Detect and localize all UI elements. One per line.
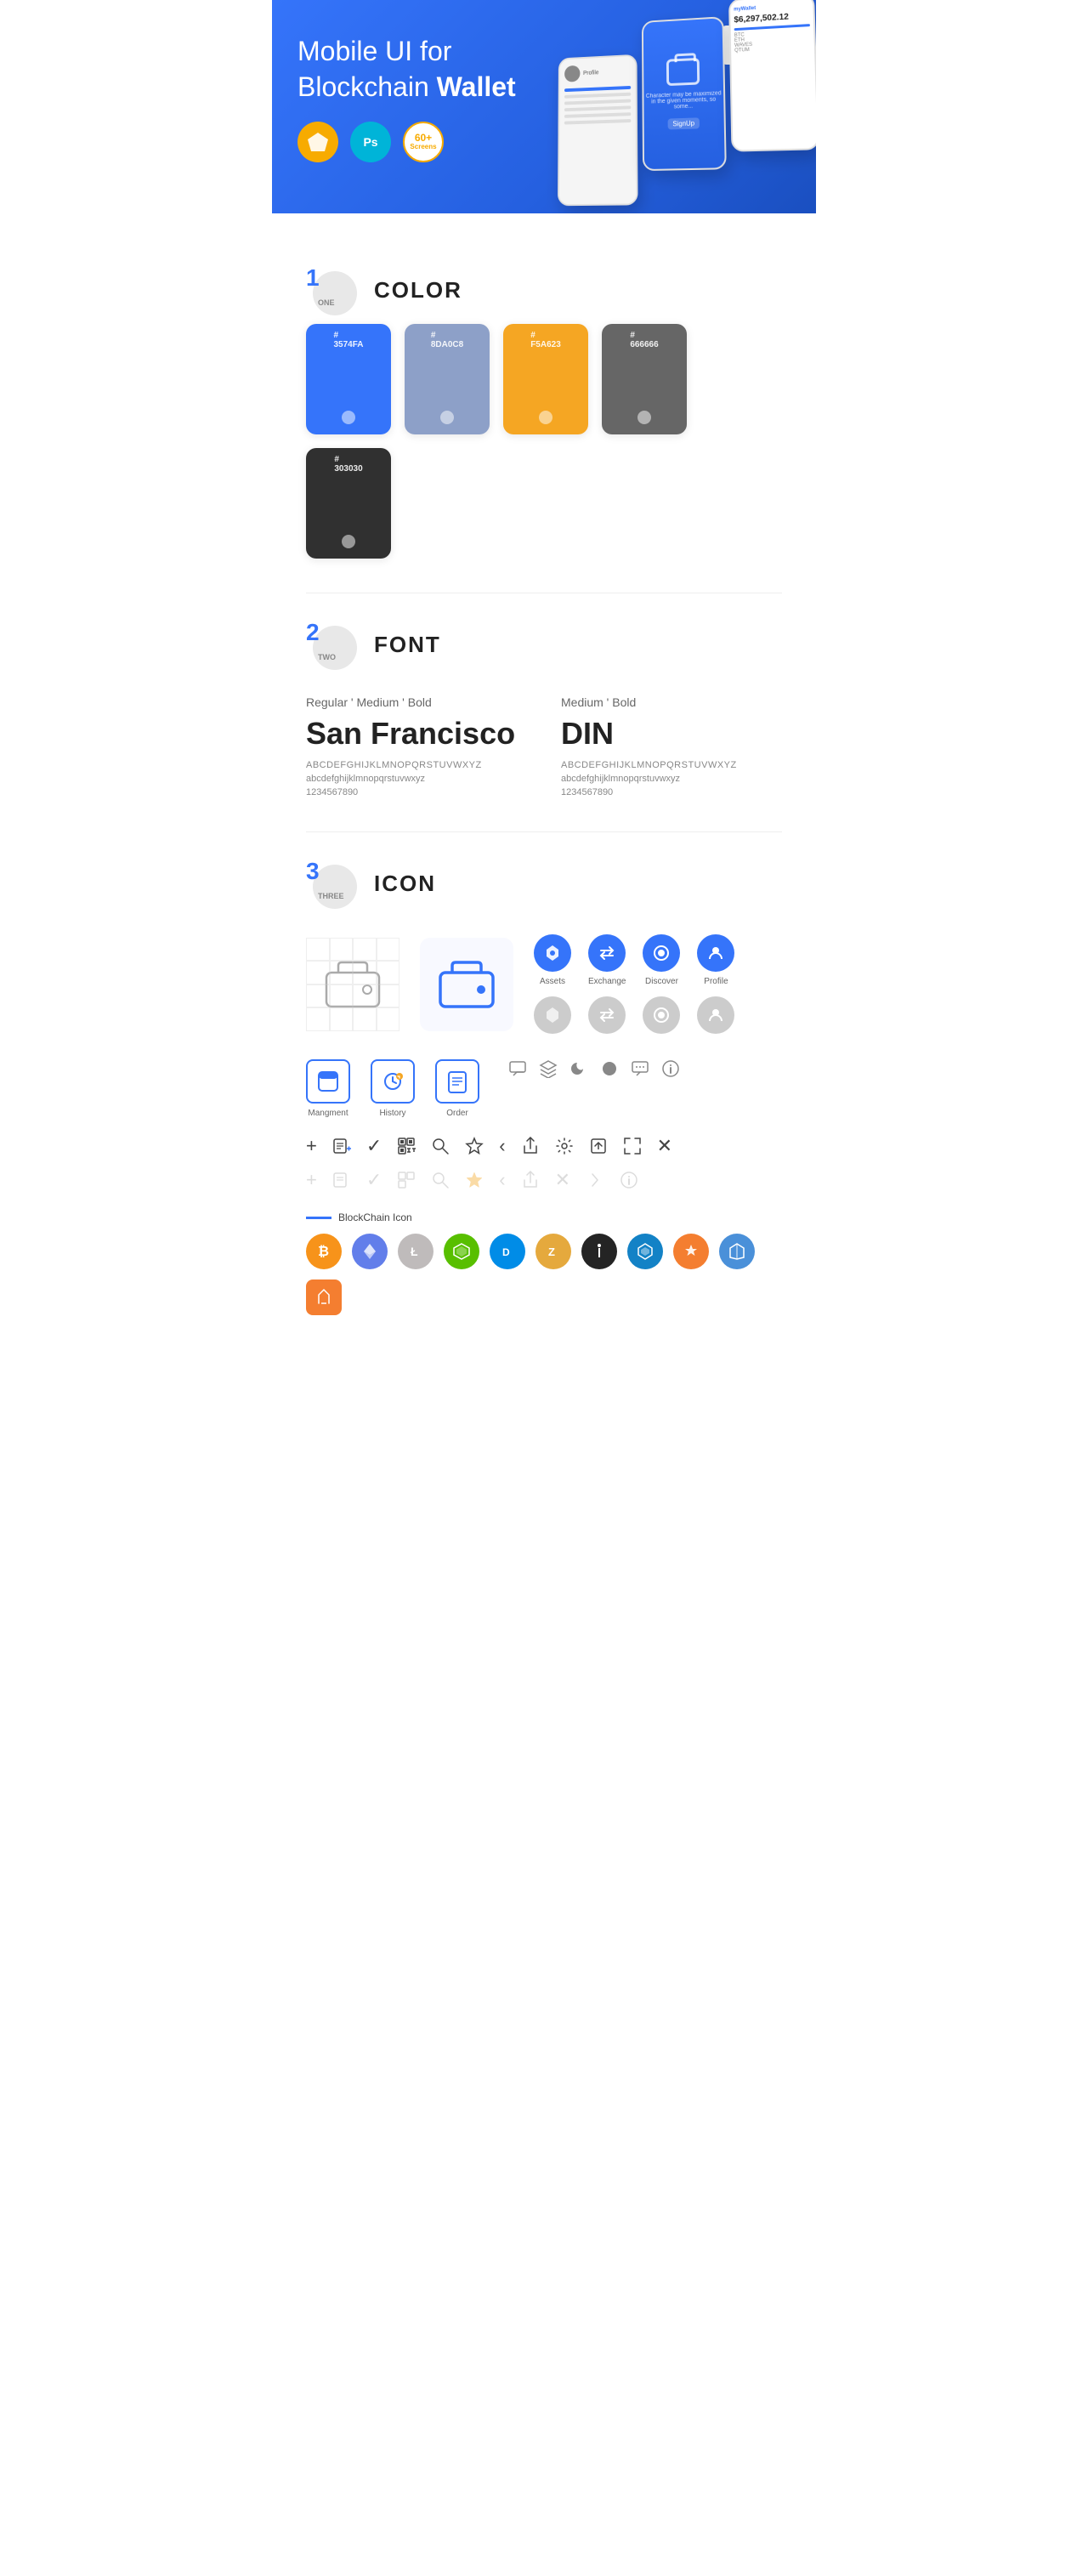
icon-assets-gray xyxy=(534,996,571,1034)
blockchain-label: BlockChain Icon xyxy=(306,1211,782,1223)
color-title: COLOR xyxy=(374,277,462,304)
info-icon xyxy=(661,1059,680,1078)
search-icon-gray xyxy=(431,1171,450,1189)
svg-text:₿: ₿ xyxy=(318,1244,329,1259)
crypto-ltc-icon: Ł xyxy=(398,1234,434,1269)
phone-mockups: Profile Character may be maximized in th… xyxy=(558,11,816,207)
list-plus-icon xyxy=(332,1137,351,1155)
font-title: FONT xyxy=(374,632,441,658)
share-icon-gray xyxy=(521,1171,540,1189)
action-icons-row-1: + ✓ ‹ ✕ xyxy=(306,1135,782,1157)
crypto-btc-icon: ₿ xyxy=(306,1234,342,1269)
color-swatch-orange: #F5A623 xyxy=(503,324,588,434)
color-swatch-gray: #666666 xyxy=(602,324,687,434)
crypto-mana-icon xyxy=(306,1279,342,1315)
list-plus-icon-gray xyxy=(332,1171,351,1189)
icon-main-row: Assets Exchange Discover xyxy=(306,934,782,1034)
icon-assets-blue: Assets xyxy=(534,934,571,986)
color-swatch-dark: #303030 xyxy=(306,448,391,559)
action-icons-row-2: + ✓ ‹ ✕ xyxy=(306,1169,782,1191)
color-swatch-gray-blue: #8DA0C8 xyxy=(405,324,490,434)
icon-discover-blue: Discover xyxy=(643,934,680,986)
icon-blue-wallet xyxy=(420,938,513,1031)
crypto-neo-icon xyxy=(444,1234,479,1269)
settings-icon xyxy=(555,1137,574,1155)
svg-text:Z: Z xyxy=(548,1245,555,1258)
svg-text:D: D xyxy=(502,1246,510,1258)
chevron-left-icon-gray: ‹ xyxy=(499,1169,505,1191)
plus-icon-gray: + xyxy=(306,1169,317,1191)
upload-icon xyxy=(589,1137,608,1155)
font-din: Medium ' Bold DIN ABCDEFGHIJKLMNOPQRSTUV… xyxy=(561,695,782,797)
layers-icon xyxy=(539,1059,558,1078)
share-icon xyxy=(521,1137,540,1155)
font-grid: Regular ' Medium ' Bold San Francisco AB… xyxy=(306,695,782,797)
blockchain-line xyxy=(306,1217,332,1219)
font-san-francisco: Regular ' Medium ' Bold San Francisco AB… xyxy=(306,695,527,797)
ps-badge: Ps xyxy=(350,122,391,162)
close-icon: ✕ xyxy=(657,1135,672,1157)
plus-icon: + xyxy=(306,1135,317,1157)
icon-profile-blue: Profile xyxy=(697,934,734,986)
crypto-poly-icon xyxy=(719,1234,755,1269)
crypto-iota-icon xyxy=(581,1234,617,1269)
icon-profile-gray xyxy=(697,996,734,1034)
svg-text:Ł: Ł xyxy=(411,1245,418,1258)
icon-title: ICON xyxy=(374,871,436,897)
resize-icon xyxy=(623,1137,642,1155)
icon-history: History xyxy=(371,1059,415,1118)
chevron-left-icon: ‹ xyxy=(499,1135,505,1157)
info-icon-gray xyxy=(620,1171,638,1189)
hero-section: Mobile UI for Blockchain Wallet UI Kit P… xyxy=(272,0,816,213)
main-content: 1 ONE COLOR #3574FA #8DA0C8 #F5A623 #666… xyxy=(272,213,816,1375)
star-icon-gold xyxy=(465,1171,484,1189)
icon-group-colored: Assets Exchange Discover xyxy=(534,934,782,1034)
color-swatches-container: #3574FA #8DA0C8 #F5A623 #666666 #303030 xyxy=(306,324,782,559)
icon-discover-gray xyxy=(643,996,680,1034)
sketch-badge xyxy=(298,122,338,162)
check-icon-gray: ✓ xyxy=(366,1169,382,1191)
x-icon-gray: ✕ xyxy=(555,1169,570,1191)
crypto-zcash-icon: Z xyxy=(536,1234,571,1269)
crypto-eth-icon xyxy=(352,1234,388,1269)
font-section-header: 2 TWO FONT xyxy=(306,619,782,670)
small-icons-group xyxy=(508,1059,680,1078)
circle-icon xyxy=(600,1059,619,1078)
qr-icon-gray xyxy=(397,1171,416,1189)
icon-order: Order xyxy=(435,1059,479,1118)
crypto-dash-icon: D xyxy=(490,1234,525,1269)
icon-wireframe-1 xyxy=(306,938,400,1031)
icon-exchange-blue: Exchange xyxy=(588,934,626,986)
icon-section-header: 3 THREE ICON xyxy=(306,858,782,909)
screens-badge: 60+ Screens xyxy=(403,122,444,162)
star-icon xyxy=(465,1137,484,1155)
icon-row-bottom-gray xyxy=(534,996,782,1034)
comment-icon xyxy=(508,1059,527,1078)
icon-management: Mangment xyxy=(306,1059,350,1118)
icon-bottom-row: Mangment History xyxy=(306,1059,782,1118)
section-1-number: 1 ONE xyxy=(306,264,357,315)
chevron-right-icon-gray xyxy=(586,1171,604,1189)
crypto-stratis-icon xyxy=(627,1234,663,1269)
check-icon: ✓ xyxy=(366,1135,382,1157)
color-section-header: 1 ONE COLOR xyxy=(306,264,782,315)
moon-icon xyxy=(570,1059,588,1078)
hero-title: Mobile UI for Blockchain Wallet xyxy=(298,34,570,105)
chat-icon xyxy=(631,1059,649,1078)
color-swatch-blue: #3574FA xyxy=(306,324,391,434)
icon-exchange-gray xyxy=(588,996,626,1034)
crypto-icons-row: ₿ Ł D Z xyxy=(306,1234,782,1315)
qr-icon xyxy=(397,1137,416,1155)
search-icon xyxy=(431,1137,450,1155)
crypto-augur-icon xyxy=(673,1234,709,1269)
section-3-number: 3 THREE xyxy=(306,858,357,909)
icon-row-top: Assets Exchange Discover xyxy=(534,934,782,986)
section-2-number: 2 TWO xyxy=(306,619,357,670)
